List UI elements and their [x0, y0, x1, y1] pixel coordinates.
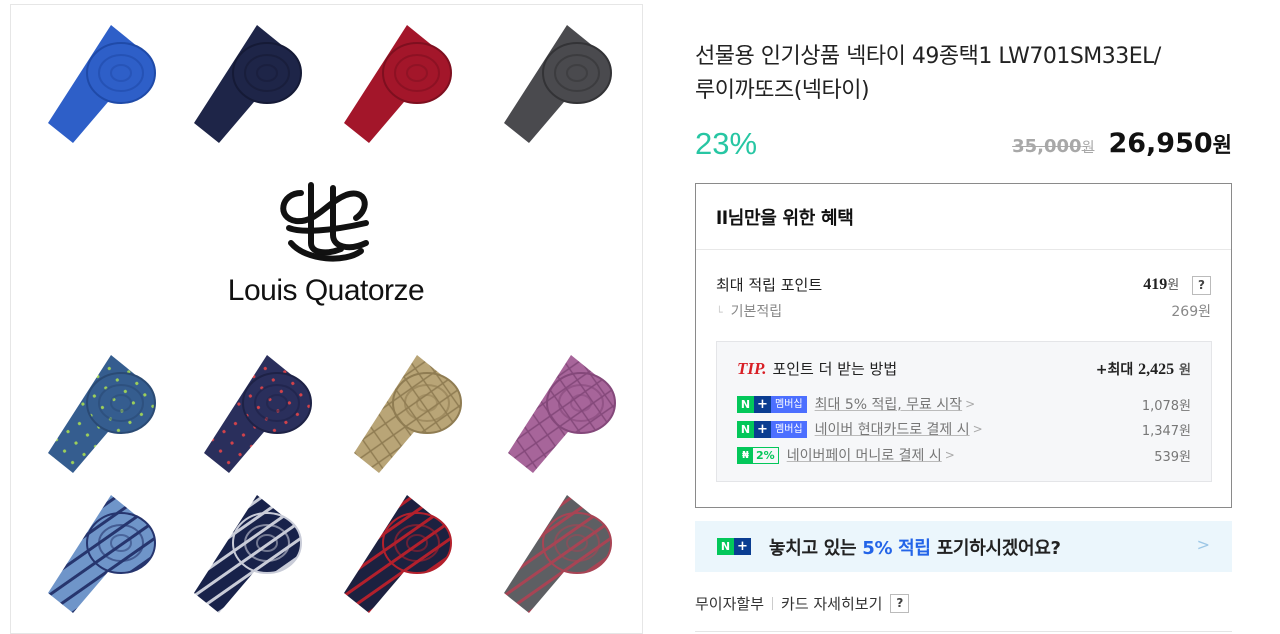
tip-item-hyundai-card[interactable]: N + 멤버십 네이버 현대카드로 결제 시 > 1,347원 [737, 419, 1191, 439]
original-price: 35,000원 [1012, 136, 1094, 157]
price-area: 35,000원 26,950원 [1012, 128, 1232, 159]
tip-box: TIP. 포인트 더 받는 방법 +최대 2,425 원 N + 멤버십 최대 5% … [716, 341, 1212, 482]
benefit-box: ll님만을 위한 혜택 최대 적립 포인트 419원 ? 기본적립 269원 T… [695, 183, 1232, 508]
tip-item-label[interactable]: 네이버 현대카드로 결제 시 [815, 419, 970, 439]
product-image[interactable]: Louis Quatorze [10, 4, 643, 634]
naver-pay-icon: ₦ [738, 447, 753, 463]
tip-max-unit: 원 [1179, 362, 1191, 378]
tip-item-membership-start[interactable]: N + 멤버십 최대 5% 적립, 무료 시작 > 1,078원 [737, 394, 1191, 414]
chevron-right-icon: > [1196, 535, 1210, 554]
card-links: 무이자할부 카드 자세히보기 ? [695, 593, 910, 614]
plus-icon: + [754, 395, 771, 413]
naver-n-icon: N [717, 538, 734, 555]
tip-item-value: 539원 [1154, 449, 1191, 465]
brand-name: Louis Quatorze [227, 274, 425, 307]
product-info: 선물용 인기상품 넥타이 49종택1 LW701SM33EL/ 루이까또즈(넥타… [695, 0, 1232, 634]
max-points-label: 최대 적립 포인트 [716, 276, 823, 294]
naver-plus-icon: N + [717, 538, 751, 555]
pay-badge-text: 2% [756, 448, 775, 462]
tip-header: TIP. 포인트 더 받는 방법 +최대 2,425 원 [737, 358, 1191, 379]
card-details-link[interactable]: 카드 자세히보기 [781, 593, 882, 614]
tip-text: 포인트 더 받는 방법 [772, 360, 898, 378]
tie-10-icon [194, 495, 302, 613]
tip-item-naverpay-money[interactable]: ₦ 2% 네이버페이 머니로 결제 시 > 539원 [737, 445, 1191, 465]
sale-price: 26,950원 [1108, 128, 1232, 159]
max-points-unit: 원 [1167, 278, 1180, 293]
banner-text-before: 놓치고 있는 [769, 537, 857, 559]
tip-label: TIP. [737, 359, 767, 378]
plus-icon: + [754, 420, 771, 438]
divider [695, 631, 1232, 632]
naver-plus-membership-badge: N + 멤버십 [737, 395, 807, 413]
chevron-right-icon: > [972, 422, 983, 436]
naver-n-icon: N [737, 420, 754, 438]
original-price-value: 35,000 [1012, 136, 1082, 157]
product-title: 선물용 인기상품 넥타이 49종택1 LW701SM33EL/ 루이까또즈(넥타… [695, 40, 1232, 108]
tie-2-icon [194, 25, 302, 143]
tie-7-icon [354, 355, 462, 473]
tip-item-label[interactable]: 네이버페이 머니로 결제 시 [787, 445, 942, 465]
basic-points-row: 기본적립 269원 [716, 301, 1211, 321]
banner-highlight: 5% 적립 [862, 537, 931, 559]
original-price-unit: 원 [1081, 140, 1095, 156]
points-help-button[interactable]: ? [1192, 276, 1211, 295]
max-points-row: 최대 적립 포인트 419원 ? [716, 274, 1211, 295]
plus-icon: + [734, 538, 751, 555]
basic-points-value: 269원 [1171, 304, 1211, 320]
membership-badge-text: 멤버십 [771, 420, 807, 438]
tie-8-icon [508, 355, 616, 473]
tip-item-value: 1,347원 [1141, 423, 1191, 439]
benefit-title: ll님만을 위한 혜택 [696, 184, 1231, 250]
sale-price-unit: 원 [1212, 133, 1232, 157]
card-help-button[interactable]: ? [890, 594, 910, 613]
tie-1-icon [48, 25, 156, 143]
divider [772, 597, 774, 610]
product-title-line1: 선물용 인기상품 넥타이 49종택1 LW701SM33EL/ [695, 44, 1161, 69]
basic-points-label: 기본적립 [716, 301, 783, 321]
product-title-line2: 루이까또즈(넥타이) [695, 78, 870, 103]
discount-rate: 23% [695, 126, 758, 161]
tie-12-icon [504, 495, 612, 613]
tip-max: +최대 2,425 원 [1096, 359, 1191, 379]
installment-link[interactable]: 무이자할부 [695, 593, 764, 614]
chevron-right-icon: > [965, 397, 976, 411]
tie-6-icon [204, 355, 312, 473]
tie-3-icon [344, 25, 452, 143]
membership-banner[interactable]: N + 놓치고 있는 5% 적립 포기하시겠어요? > [695, 521, 1232, 572]
banner-text: 놓치고 있는 5% 적립 포기하시겠어요? [769, 534, 1061, 560]
tip-item-label[interactable]: 최대 5% 적립, 무료 시작 [815, 394, 963, 414]
max-points-amount: 419원 ? [1143, 274, 1211, 295]
tie-5-icon [48, 355, 156, 473]
tip-max-prefix: +최대 [1095, 361, 1134, 378]
naver-pay-badge: ₦ 2% [737, 446, 779, 464]
tie-4-icon [504, 25, 612, 143]
naver-n-icon: N [737, 395, 754, 413]
max-points-value: 419 [1143, 276, 1168, 293]
membership-badge-text: 멤버십 [771, 395, 807, 413]
tip-max-value: 2,425 [1138, 360, 1175, 378]
sale-price-value: 26,950 [1108, 128, 1213, 159]
banner-text-after: 포기하시겠어요? [936, 537, 1061, 559]
chevron-right-icon: > [944, 448, 955, 462]
brand-logo: Louis Quatorze [201, 173, 451, 323]
tie-9-icon [48, 495, 156, 613]
tie-11-icon [344, 495, 452, 613]
tip-item-value: 1,078원 [1141, 398, 1191, 414]
monogram-logo [280, 182, 369, 262]
naver-plus-membership-badge: N + 멤버십 [737, 420, 807, 438]
